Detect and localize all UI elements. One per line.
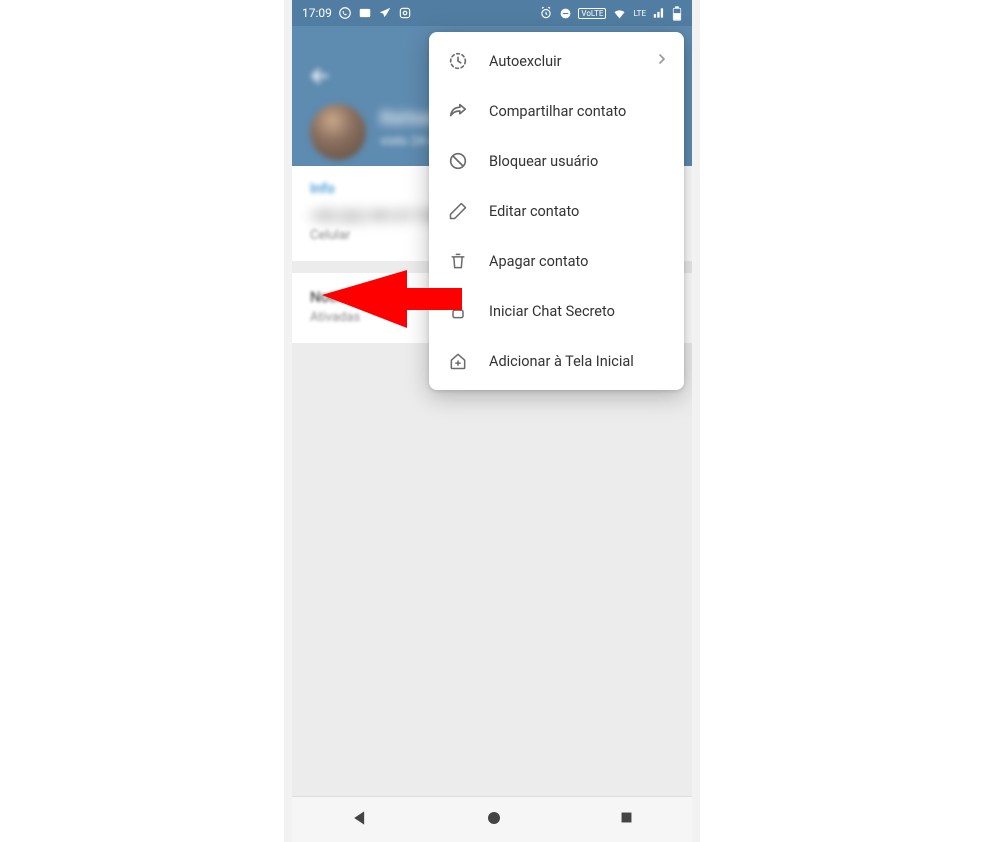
menu-item-edit-contact[interactable]: Editar contato [429,186,684,236]
menu-item-label: Adicionar à Tela Inicial [489,353,634,370]
chevron-right-icon [654,51,670,71]
home-add-icon [447,350,469,372]
menu-item-label: Autoexcluir [489,53,562,70]
share-icon [447,100,469,122]
volte-icon: VoLTE [578,8,606,19]
instagram-icon [398,6,412,20]
dnd-icon [559,7,572,20]
wifi-icon [612,6,627,21]
menu-item-share-contact[interactable]: Compartilhar contato [429,86,684,136]
nav-home[interactable] [485,809,503,831]
timer-icon [447,50,469,72]
menu-item-secret-chat[interactable]: Iniciar Chat Secreto [429,286,684,336]
status-bar: 17:09 VoLTE LTE [292,0,692,26]
menu-item-autodelete[interactable]: Autoexcluir [429,36,684,86]
android-nav-bar [292,796,692,842]
phone-frame: 17:09 VoLTE LTE Bárbara visto 24 de jun … [292,0,692,842]
menu-item-label: Apagar contato [489,253,588,270]
menu-item-add-homescreen[interactable]: Adicionar à Tela Inicial [429,336,684,386]
pencil-icon [447,200,469,222]
menu-item-delete-contact[interactable]: Apagar contato [429,236,684,286]
alarm-icon [539,6,553,20]
avatar[interactable] [310,104,366,160]
lte-icon: LTE [633,9,646,18]
menu-item-label: Editar contato [489,203,579,220]
menu-item-label: Compartilhar contato [489,103,626,120]
nav-recent[interactable] [618,809,635,830]
overflow-menu: Autoexcluir Compartilhar contato Bloquea… [429,32,684,390]
menu-item-label: Iniciar Chat Secreto [489,303,615,320]
signal-icon [652,6,666,20]
menu-item-block-user[interactable]: Bloquear usuário [429,136,684,186]
block-icon [447,150,469,172]
whatsapp-icon [338,6,352,20]
trash-icon [447,250,469,272]
status-time: 17:09 [302,6,332,20]
back-button[interactable] [308,64,332,92]
message-icon [358,6,372,20]
battery-icon [672,6,682,21]
lock-icon [447,300,469,322]
menu-item-label: Bloquear usuário [489,153,598,170]
nav-back[interactable] [350,808,370,832]
telegram-icon [378,6,392,20]
